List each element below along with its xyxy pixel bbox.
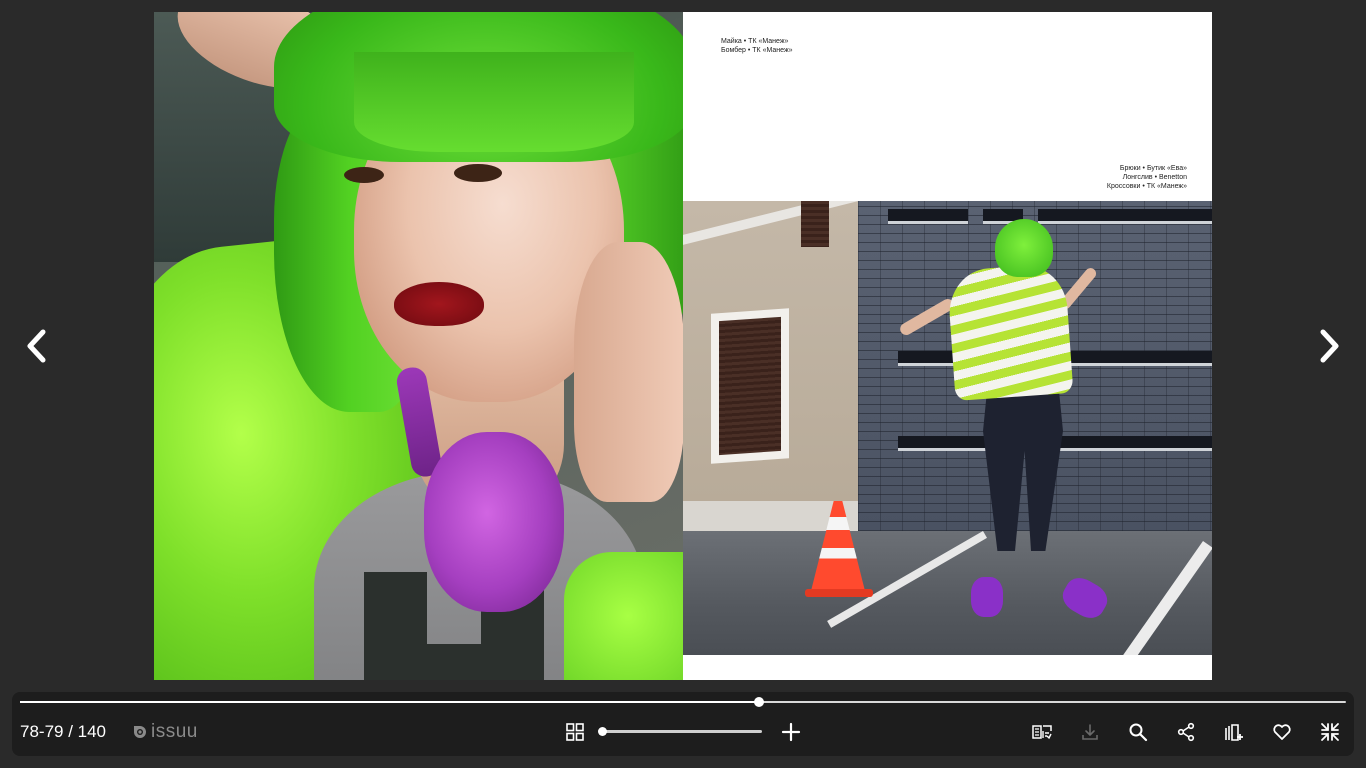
issuu-mark-icon [134, 726, 146, 738]
outfit-caption-top: Майка • ТК «Манеж» Бомбер • ТК «Манеж» [721, 37, 793, 55]
download-button[interactable] [1078, 720, 1102, 744]
page-progress-slider[interactable] [20, 697, 1346, 707]
previous-page-button[interactable] [17, 326, 57, 366]
chevron-right-icon [1320, 329, 1339, 363]
share-button[interactable] [1174, 720, 1198, 744]
caption-line: Майка • ТК «Манеж» [721, 38, 789, 45]
chevron-left-icon [27, 329, 46, 363]
next-page-button[interactable] [1309, 326, 1349, 366]
progress-handle[interactable] [753, 697, 764, 707]
zoom-handle[interactable] [598, 727, 607, 736]
magazine-spread[interactable]: Майка • ТК «Манеж» Бомбер • ТК «Манеж» Б… [154, 12, 1212, 680]
progress-fill [20, 701, 759, 703]
add-to-stack-icon [1225, 724, 1243, 741]
caption-line: Брюки • Бутик «Ева» [1119, 165, 1187, 172]
heart-icon [1273, 724, 1291, 740]
add-to-stack-button[interactable] [1222, 720, 1246, 744]
grid-view-button[interactable] [563, 720, 587, 744]
page-indicator: 78-79 / 140 [20, 722, 107, 741]
plus-icon [781, 722, 801, 742]
caption-line: Бомбер • ТК «Манеж» [721, 47, 793, 54]
right-page-photo [683, 201, 1212, 655]
brand-name: issuu [151, 721, 198, 742]
reader-mode-button[interactable] [1030, 720, 1054, 744]
reader-mode-icon [1032, 725, 1052, 740]
caption-line: Кроссовки • ТК «Манеж» [1106, 183, 1187, 190]
outfit-caption-right: Брюки • Бутик «Ева» Лонгслив • Benetton … [1107, 164, 1187, 191]
search-button[interactable] [1126, 720, 1150, 744]
zoom-in-button[interactable] [779, 720, 803, 744]
search-icon [1129, 723, 1148, 742]
zoom-slider[interactable] [598, 727, 762, 736]
viewer-toolbar: 78-79 / 140 issuu [12, 692, 1354, 756]
download-icon [1082, 724, 1098, 740]
like-button[interactable] [1270, 720, 1294, 744]
exit-fullscreen-icon [1321, 723, 1339, 741]
caption-line: Лонгслив • Benetton [1122, 174, 1187, 181]
left-page-photo [154, 12, 683, 680]
right-page: Майка • ТК «Манеж» Бомбер • ТК «Манеж» Б… [683, 12, 1212, 680]
share-icon [1177, 722, 1195, 742]
grid-icon [566, 723, 584, 741]
issuu-logo[interactable]: issuu [132, 722, 198, 742]
exit-fullscreen-button[interactable] [1318, 720, 1342, 744]
